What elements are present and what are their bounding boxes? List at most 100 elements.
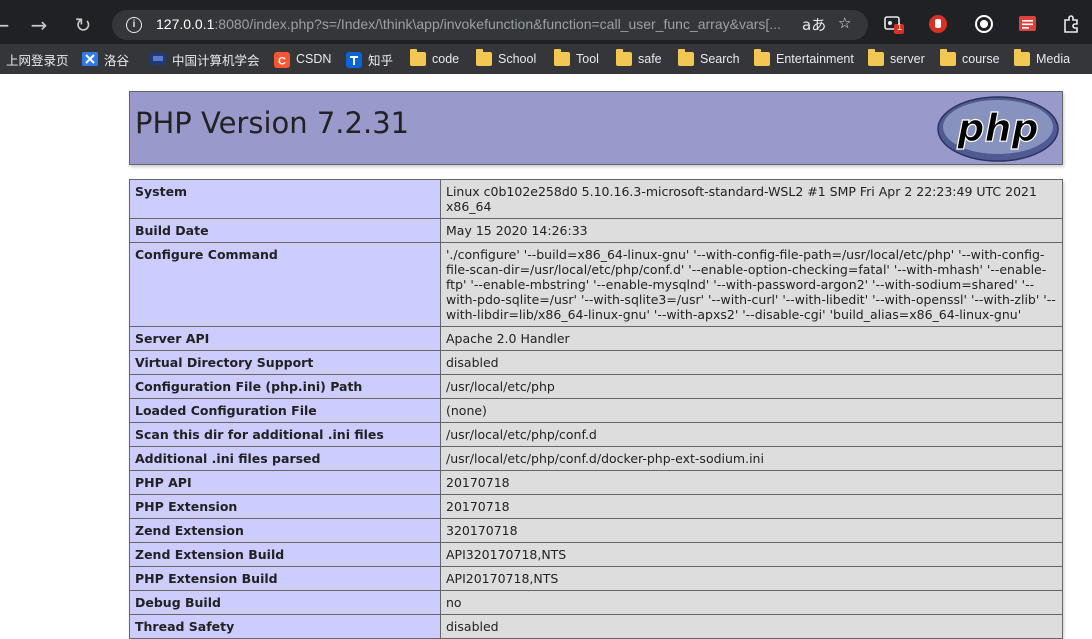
setting-value: disabled [440, 614, 1063, 639]
table-row: Scan this dir for additional .ini files /… [129, 422, 1063, 447]
ccf-icon [150, 52, 166, 66]
bookmark-folder-school[interactable]: School [476, 49, 537, 68]
add-favorite-icon[interactable]: ☆ [838, 14, 851, 32]
folder-icon [476, 49, 492, 66]
url-path: :8080/index.php?s=/Index/\think\app/invo… [214, 16, 781, 32]
setting-value: API320170718,NTS [440, 542, 1063, 567]
folder-icon [1014, 49, 1030, 66]
bookmark-label: server [890, 52, 925, 66]
table-row: Build Date May 15 2020 14:26:33 [129, 218, 1063, 243]
page-title: PHP Version 7.2.31 [135, 106, 410, 140]
php-info-table: System Linux c0b102e258d0 5.10.16.3-micro… [129, 179, 1063, 639]
setting-value: disabled [440, 350, 1063, 375]
table-row: Configuration File (php.ini) Path/usr/lo… [129, 374, 1063, 399]
setting-key: Additional .ini files parsed [129, 446, 441, 471]
table-row: Loaded Configuration File (none) [129, 398, 1063, 423]
setting-key: Thread Safety [129, 614, 441, 639]
setting-value: (none) [440, 398, 1063, 423]
url-text[interactable]: 127.0.0.1:8080/index.php?s=/Index/\think… [156, 16, 786, 32]
bookmark-folder-tool[interactable]: Tool [554, 49, 599, 68]
bookmark-login[interactable]: 上网登录页 [6, 50, 69, 68]
record-circle-icon[interactable] [974, 14, 994, 34]
bookmark-label: code [432, 52, 460, 66]
site-info-icon[interactable]: i [126, 17, 142, 33]
setting-key: Server API [129, 326, 441, 351]
bookmark-folder-search[interactable]: Search [678, 49, 740, 68]
bookmark-label: School [498, 52, 537, 66]
bookmarks-bar: 上网登录页 洛谷 中国计算机学会 C CSDN 知乎 code School T… [0, 44, 1092, 74]
setting-key: Zend Extension [129, 518, 441, 543]
extension-badge: 1 [897, 22, 903, 32]
url-host: 127.0.0.1 [156, 16, 215, 32]
table-row: PHP Extension 20170718 [129, 494, 1063, 519]
bookmark-label: Entertainment [776, 52, 854, 66]
table-row: Additional .ini files parsed/usr/local/e… [129, 446, 1063, 471]
read-aloud-icon[interactable]: aあ [802, 14, 826, 35]
bookmark-zhihu[interactable]: 知乎 [346, 50, 393, 68]
setting-key: Debug Build [129, 590, 441, 615]
table-row: Configure Command './configure' '--build=… [129, 242, 1063, 327]
bookmark-csdn[interactable]: C CSDN [274, 50, 331, 68]
folder-icon [616, 49, 632, 66]
table-row: PHP Extension Build API20170718,NTS [129, 566, 1063, 591]
zhihu-icon [346, 52, 362, 68]
setting-value: API20170718,NTS [440, 566, 1063, 591]
folder-icon [554, 49, 570, 66]
back-arrow-icon[interactable]: ← [0, 8, 16, 42]
setting-key: Virtual Directory Support [129, 350, 441, 375]
setting-value: /usr/local/etc/php/conf.d [440, 422, 1063, 447]
setting-key: Configure Command [129, 242, 441, 327]
folder-icon [410, 49, 426, 66]
php-logo-icon[interactable]: php [937, 96, 1059, 162]
table-row: System Linux c0b102e258d0 5.10.16.3-micro… [129, 179, 1063, 219]
setting-value: './configure' '--build=x86_64-linux-gnu'… [440, 242, 1063, 327]
folder-icon [868, 49, 884, 66]
bookmark-folder-server[interactable]: server [868, 49, 925, 68]
address-bar[interactable]: i 127.0.0.1:8080/index.php?s=/Index/\thi… [112, 10, 868, 40]
table-row: Zend Extension Build API320170718,NTS [129, 542, 1063, 567]
table-row: Zend Extension 320170718 [129, 518, 1063, 543]
bookmark-folder-course[interactable]: course [940, 49, 1000, 68]
bookmark-folder-media[interactable]: Media [1014, 49, 1071, 68]
bookmark-folder-safe[interactable]: safe [616, 49, 662, 68]
bookmark-label: safe [638, 52, 662, 66]
bookmark-label: Tool [576, 52, 599, 66]
forward-arrow-icon[interactable]: → [24, 8, 54, 42]
adblock-hand-icon[interactable] [928, 14, 948, 34]
setting-value: May 15 2020 14:26:33 [440, 218, 1063, 243]
table-row: Virtual Directory Support disabled [129, 350, 1063, 375]
puzzle-extensions-icon[interactable] [1062, 14, 1082, 34]
notes-extension-icon[interactable] [1018, 14, 1038, 34]
php-logo-text: php [956, 106, 1038, 150]
php-info-body: System Linux c0b102e258d0 5.10.16.3-micro… [129, 179, 1063, 639]
bookmark-label: CSDN [296, 52, 332, 66]
folder-icon [678, 49, 694, 66]
php-version-header: PHP Version 7.2.31 php [129, 91, 1063, 165]
folder-icon [754, 49, 770, 66]
bookmark-luogu[interactable]: 洛谷 [82, 50, 129, 68]
extension-icon[interactable]: 1 [884, 14, 904, 34]
bookmark-label: 中国计算机学会 [172, 53, 260, 68]
bookmark-label: Media [1036, 52, 1071, 66]
bookmark-label: 上网登录页 [6, 53, 69, 68]
browser-toolbar: ← → ↻ i 127.0.0.1:8080/index.php?s=/Inde… [0, 0, 1092, 50]
setting-value: 20170718 [440, 470, 1063, 495]
bookmark-label: 洛谷 [104, 53, 130, 68]
setting-key: PHP API [129, 470, 441, 495]
setting-value: 320170718 [440, 518, 1063, 543]
reload-icon[interactable]: ↻ [68, 8, 98, 42]
setting-key: Scan this dir for additional .ini files [129, 422, 441, 447]
setting-key: Configuration File (php.ini) Path [129, 374, 441, 399]
bookmark-folder-code[interactable]: code [410, 49, 460, 68]
setting-value: 20170718 [440, 494, 1063, 519]
table-row: Thread Safety disabled [129, 614, 1063, 639]
setting-key: PHP Extension Build [129, 566, 441, 591]
bookmark-label: 知乎 [368, 53, 394, 68]
svg-text:C: C [278, 56, 286, 68]
bookmark-ccf[interactable]: 中国计算机学会 [150, 50, 260, 68]
setting-key: System [129, 179, 441, 219]
setting-key: PHP Extension [129, 494, 441, 519]
bookmark-label: course [962, 52, 1000, 66]
bookmark-folder-entertainment[interactable]: Entertainment [754, 49, 854, 68]
table-row: Debug Build no [129, 590, 1063, 615]
